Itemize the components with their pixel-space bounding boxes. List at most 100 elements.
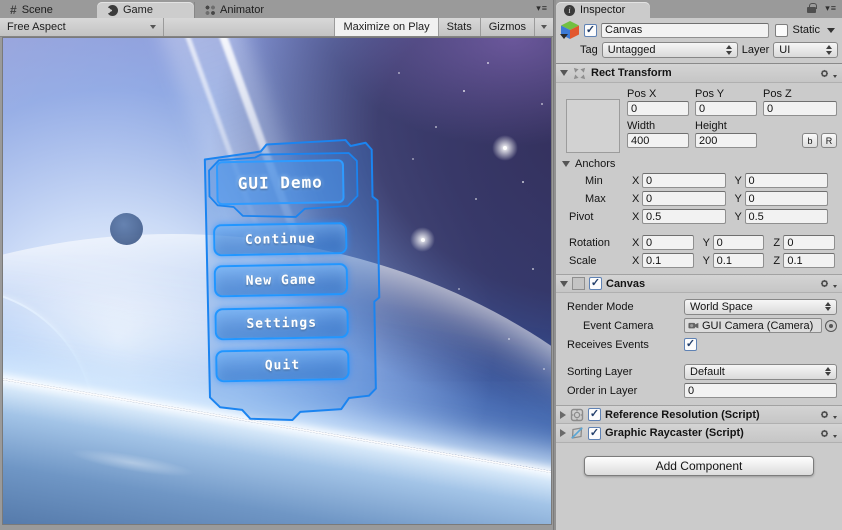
canvas-component-header[interactable]: Canvas bbox=[556, 274, 842, 293]
axis-z-label: Z bbox=[773, 254, 781, 267]
canvas-component-title: Canvas bbox=[606, 277, 646, 290]
chevron-down-icon bbox=[833, 416, 837, 419]
rect-transform-header[interactable]: Rect Transform bbox=[556, 64, 842, 83]
axis-x-label: X bbox=[632, 236, 640, 249]
game-view-toolbar: Free Aspect Maximize on Play Stats Gizmo… bbox=[0, 18, 553, 37]
scale-y-field[interactable] bbox=[712, 253, 765, 268]
event-camera-field[interactable]: GUI Camera (Camera) bbox=[684, 318, 822, 333]
max-label: Max bbox=[585, 192, 606, 205]
sorting-layer-label: Sorting Layer bbox=[567, 365, 633, 378]
anchors-max-row: Max X Y bbox=[560, 190, 837, 207]
scale-x-field[interactable] bbox=[642, 253, 694, 268]
game-icon bbox=[107, 4, 118, 16]
axis-x-label: X bbox=[632, 254, 640, 267]
anchors-max-x-field[interactable] bbox=[642, 191, 726, 206]
tag-dropdown[interactable]: Untagged bbox=[601, 42, 738, 58]
panel-menu-icon[interactable]: ▾≡ bbox=[825, 3, 837, 14]
receives-events-label: Receives Events bbox=[567, 338, 649, 351]
sci-fi-menu-panel: GUI Demo Continue New Game Settings Quit bbox=[190, 131, 395, 434]
game-viewport[interactable]: GUI Demo Continue New Game Settings Quit bbox=[2, 37, 552, 525]
blueprint-mode-button[interactable]: b bbox=[802, 133, 818, 148]
pos-x-label: Pos X bbox=[627, 88, 657, 100]
anchors-min-row: Min X Y bbox=[560, 172, 837, 189]
receives-events-checkbox[interactable] bbox=[684, 338, 697, 351]
pos-z-field[interactable] bbox=[763, 101, 837, 116]
static-dropdown-icon[interactable] bbox=[827, 27, 835, 33]
gear-icon bbox=[818, 408, 831, 421]
rect-transform-title: Rect Transform bbox=[591, 67, 672, 79]
width-label: Width bbox=[627, 120, 656, 132]
pivot-y-field[interactable] bbox=[744, 209, 828, 224]
pos-y-field[interactable] bbox=[695, 101, 757, 116]
render-mode-dropdown[interactable]: World Space bbox=[684, 298, 837, 315]
canvas-component-body: Render Mode World Space Event Camera GUI… bbox=[556, 293, 842, 405]
panel-menu-icon[interactable]: ▾≡ bbox=[536, 3, 548, 14]
chevron-down-icon bbox=[833, 434, 837, 438]
rotation-z-field[interactable] bbox=[783, 235, 836, 250]
gear-icon bbox=[818, 67, 831, 80]
stats-button[interactable]: Stats bbox=[437, 18, 480, 36]
new-game-button[interactable]: New Game bbox=[213, 263, 349, 298]
component-menu[interactable] bbox=[818, 408, 837, 421]
component-menu[interactable] bbox=[818, 427, 837, 440]
maximize-on-play-button[interactable]: Maximize on Play bbox=[334, 18, 438, 36]
order-in-layer-field[interactable] bbox=[684, 383, 837, 398]
tab-game[interactable]: Game bbox=[97, 2, 194, 18]
bright-star bbox=[492, 135, 518, 161]
graphic-raycaster-enabled-checkbox[interactable] bbox=[588, 426, 601, 440]
foldout-open-icon[interactable] bbox=[560, 280, 568, 287]
pos-x-field[interactable] bbox=[627, 101, 689, 116]
aspect-dropdown[interactable]: Free Aspect bbox=[0, 18, 164, 36]
width-field[interactable] bbox=[627, 133, 689, 148]
event-camera-label: Event Camera bbox=[583, 319, 654, 332]
stars bbox=[3, 38, 5, 40]
maximize-on-play-label: Maximize on Play bbox=[343, 21, 430, 33]
foldout-closed-icon[interactable] bbox=[560, 410, 566, 419]
gizmos-button[interactable]: Gizmos bbox=[479, 18, 534, 36]
continue-button[interactable]: Continue bbox=[212, 222, 348, 257]
gizmos-dropdown[interactable] bbox=[534, 18, 553, 36]
pos-y-label: Pos Y bbox=[695, 88, 725, 100]
foldout-open-icon[interactable] bbox=[560, 70, 568, 76]
chevron-down-icon bbox=[833, 285, 837, 288]
reference-resolution-enabled-checkbox[interactable] bbox=[588, 408, 601, 421]
settings-button[interactable]: Settings bbox=[214, 306, 349, 341]
quit-button[interactable]: Quit bbox=[215, 348, 350, 383]
reference-resolution-header[interactable]: Reference Resolution (Script) bbox=[556, 405, 842, 424]
object-picker-icon[interactable] bbox=[825, 319, 837, 332]
pivot-x-field[interactable] bbox=[642, 209, 726, 224]
height-field[interactable] bbox=[695, 133, 757, 148]
layer-dropdown[interactable]: UI bbox=[773, 42, 838, 58]
canvas-enabled-checkbox[interactable] bbox=[589, 277, 602, 290]
sorting-layer-dropdown[interactable]: Default bbox=[684, 363, 837, 380]
reference-resolution-title: Reference Resolution (Script) bbox=[605, 408, 760, 421]
tag-label: Tag bbox=[580, 44, 598, 56]
anchors-min-y-field[interactable] bbox=[744, 173, 828, 188]
event-camera-value: GUI Camera (Camera) bbox=[702, 319, 814, 332]
foldout-closed-icon[interactable] bbox=[560, 429, 566, 437]
add-component-button[interactable]: Add Component bbox=[584, 456, 814, 476]
anchors-foldout[interactable]: Anchors bbox=[562, 158, 837, 170]
rotation-x-field[interactable] bbox=[642, 235, 694, 250]
static-checkbox[interactable] bbox=[775, 23, 789, 37]
gameobject-icon[interactable] bbox=[560, 20, 580, 40]
anchors-max-y-field[interactable] bbox=[744, 191, 828, 206]
component-menu[interactable] bbox=[818, 67, 837, 80]
active-checkbox[interactable] bbox=[584, 23, 597, 37]
component-menu[interactable] bbox=[818, 277, 837, 290]
gear-icon bbox=[818, 427, 831, 440]
view-tabstrip: # Scene Game Animator ▾≡ bbox=[0, 0, 553, 18]
sorting-layer-value: Default bbox=[690, 365, 725, 378]
raw-edit-mode-button[interactable]: R bbox=[821, 133, 837, 148]
lock-icon[interactable] bbox=[807, 3, 817, 13]
anchors-min-x-field[interactable] bbox=[642, 173, 726, 188]
scale-z-field[interactable] bbox=[783, 253, 836, 268]
rotation-y-field[interactable] bbox=[712, 235, 765, 250]
tab-inspector[interactable]: i Inspector bbox=[556, 2, 650, 18]
tab-animator[interactable]: Animator bbox=[194, 2, 291, 18]
graphic-raycaster-header[interactable]: Graphic Raycaster (Script) bbox=[556, 424, 842, 443]
tab-scene[interactable]: # Scene bbox=[0, 2, 97, 18]
graphic-raycaster-title: Graphic Raycaster (Script) bbox=[605, 427, 744, 439]
name-field[interactable] bbox=[601, 22, 770, 38]
